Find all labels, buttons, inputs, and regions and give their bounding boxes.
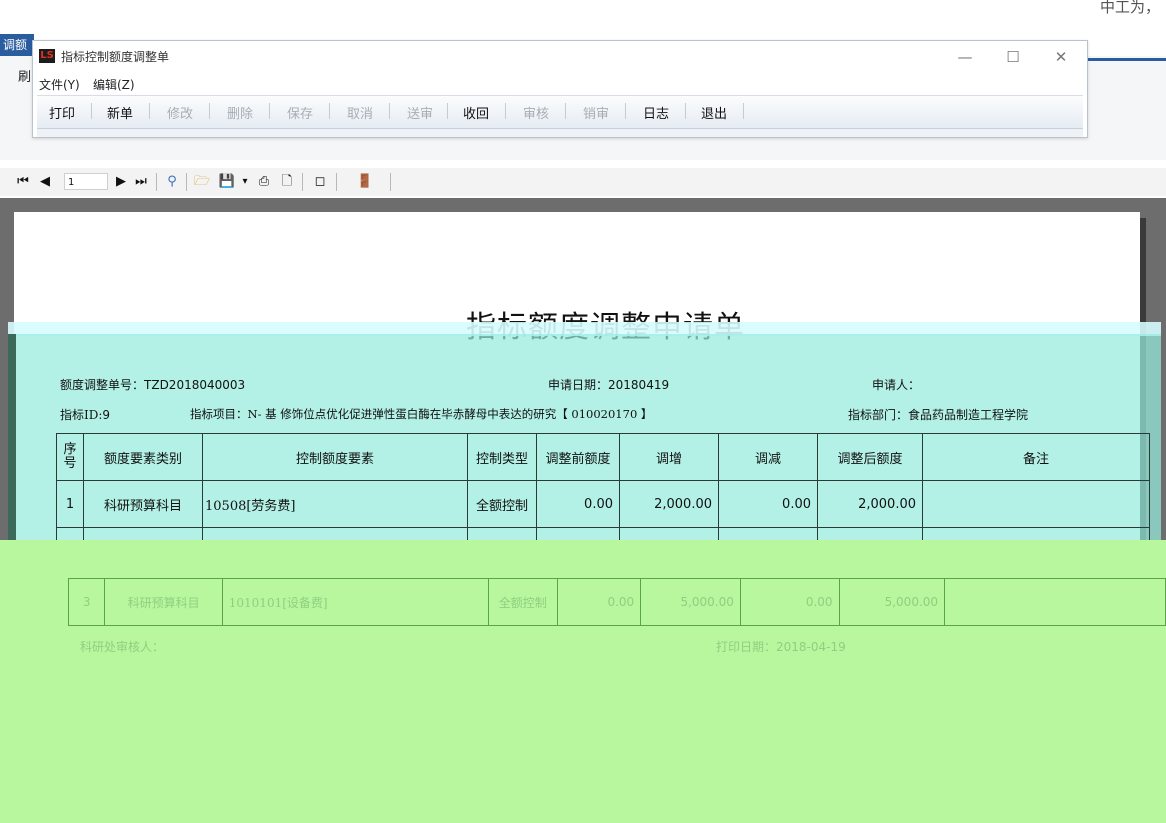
cancel-button[interactable]: 取消 (347, 103, 373, 122)
toolbar-separator (685, 103, 686, 119)
cell-no: 3 (67, 578, 106, 626)
print-button[interactable]: 打印 (49, 103, 75, 122)
dialog-bottom-strip (37, 129, 1083, 137)
cell-type: 全额控制 (487, 578, 558, 626)
toolbar-separator (156, 173, 157, 191)
log-button[interactable]: 日志 (643, 103, 669, 122)
menu-edit[interactable]: 编辑(Z) (93, 76, 135, 93)
indicator-id: 指标ID:9 (60, 408, 111, 422)
exit-door-icon[interactable]: 🚪 (354, 172, 376, 192)
page-number-input[interactable]: 1 (64, 173, 108, 190)
cell-after: 2,000.00 (817, 480, 923, 528)
table-header-row: 序号 额度要素类别 控制额度要素 控制类型 调整前额度 调增 调减 调整后额度 … (56, 433, 1150, 481)
page-setup-icon[interactable]: 🗋 (278, 172, 296, 192)
cell-category: 科研预算科目 (104, 578, 223, 626)
audit-button[interactable]: 审核 (523, 103, 549, 122)
toolbar-separator (390, 173, 391, 191)
column-header: 调增 (619, 433, 719, 481)
toolbar-separator (91, 103, 92, 119)
menu-bar: 文件(Y) 编辑(Z) (33, 73, 1087, 93)
cell-note (922, 480, 1150, 528)
column-header: 调整后额度 (817, 433, 923, 481)
table-row: 1 科研预算科目 10508[劳务费] 全额控制 0.00 2,000.00 0… (56, 480, 1150, 528)
column-header: 调整前额度 (536, 433, 620, 481)
toolbar-separator (336, 173, 337, 191)
toolbar-separator (505, 103, 506, 119)
dialog-title: 指标控制额度调整单 (61, 50, 170, 64)
print-icon[interactable]: ⎙ (254, 172, 274, 192)
apply-date: 申请日期：20180419 (548, 378, 670, 392)
column-header: 调减 (718, 433, 818, 481)
applicant: 申请人： (872, 378, 921, 392)
reviewer-label: 科研处审核人： (80, 640, 165, 654)
toolbar-separator (149, 103, 150, 119)
menu-file[interactable]: 文件(Y) (39, 76, 80, 93)
layout-icon[interactable]: ◻ (310, 172, 330, 192)
cell-no: 1 (56, 480, 84, 528)
toolbar-separator (389, 103, 390, 119)
cell-decrease: 0.00 (739, 578, 840, 626)
cell-increase: 5,000.00 (640, 578, 741, 626)
column-header: 序号 (56, 433, 84, 481)
toolbar-separator (302, 173, 303, 191)
cell-type: 全额控制 (467, 480, 537, 528)
column-header: 额度要素类别 (83, 433, 203, 481)
save-disk-icon[interactable]: 💾 (216, 172, 238, 192)
maximize-icon[interactable]: ☐ (995, 45, 1031, 69)
toolbar-separator (209, 103, 210, 119)
cell-decrease: 0.00 (718, 480, 818, 528)
indicator-dept: 指标部门：食品药品制造工程学院 (848, 408, 1029, 422)
save-button[interactable]: 保存 (287, 103, 313, 122)
toolbar-separator (186, 173, 187, 191)
toolbar-separator (625, 103, 626, 119)
adjust-table-shifted-row: 3 科研预算科目 1010101[设备费] 全额控制 0.00 5,000.00… (67, 578, 1166, 626)
background-accent-line (1084, 58, 1166, 61)
exit-button[interactable]: 退出 (701, 103, 727, 122)
app-logo-icon: LS (39, 49, 55, 63)
cell-element: 10508[劳务费] (202, 480, 468, 528)
dialog-titlebar: LS 指标控制额度调整单 — ☐ ✕ (33, 41, 1087, 73)
background-tab[interactable]: 调额 (0, 34, 34, 56)
background-refresh-button[interactable]: 刷 (18, 66, 31, 85)
cell-note (944, 578, 1166, 626)
render-overlay-edge (8, 334, 16, 552)
edit-button[interactable]: 修改 (167, 103, 193, 122)
table-row: 3 科研预算科目 1010101[设备费] 全额控制 0.00 5,000.00… (67, 578, 1166, 626)
save-dropdown-icon[interactable]: ▾ (240, 172, 250, 192)
indicator-project: 指标项目：N- 基 修饰位点优化促进弹性蛋白酶在毕赤酵母中表达的研究【 0100… (190, 407, 653, 421)
adjust-number: 额度调整单号：TZD2018040003 (60, 378, 246, 392)
submit-button[interactable]: 送审 (407, 103, 433, 122)
cell-before: 0.00 (556, 578, 642, 626)
cell-element: 1010101[设备费] (221, 578, 489, 626)
column-header: 控制额度要素 (202, 433, 468, 481)
print-date: 打印日期：2018-04-19 (716, 640, 846, 654)
delete-button[interactable]: 删除 (227, 103, 253, 122)
background-top-right-text: 中工为， (1099, 0, 1160, 16)
new-button[interactable]: 新单 (107, 103, 133, 122)
toolbar-separator (447, 103, 448, 119)
unaudit-button[interactable]: 销审 (583, 103, 609, 122)
adjust-dialog: LS 指标控制额度调整单 — ☐ ✕ 文件(Y) 编辑(Z) 打印 新单 修改 … (32, 40, 1088, 138)
close-icon[interactable]: ✕ (1043, 45, 1079, 69)
last-page-icon[interactable]: ⏭ (132, 172, 150, 192)
first-page-icon[interactable]: ⏮ (14, 172, 32, 192)
report-viewer-toolbar: ⏮ ◀ 1 ▶ ⏭ ⚲ 🗁 💾 ▾ ⎙ 🗋 ◻ 🚪 (0, 168, 1166, 196)
cell-increase: 2,000.00 (619, 480, 719, 528)
column-header: 控制类型 (467, 433, 537, 481)
toolbar-separator (565, 103, 566, 119)
toolbar-separator (743, 103, 744, 119)
cell-category: 科研预算科目 (83, 480, 203, 528)
search-icon[interactable]: ⚲ (162, 172, 182, 192)
cell-before: 0.00 (536, 480, 620, 528)
dialog-toolbar: 打印 新单 修改 删除 保存 取消 送审 收回 审核 销审 日志 退出 (37, 95, 1083, 129)
recall-button[interactable]: 收回 (463, 103, 489, 122)
column-header: 备注 (922, 433, 1150, 481)
minimize-icon[interactable]: — (947, 45, 983, 69)
toolbar-separator (269, 103, 270, 119)
toolbar-separator (329, 103, 330, 119)
next-page-icon[interactable]: ▶ (112, 172, 130, 192)
prev-page-icon[interactable]: ◀ (36, 172, 54, 192)
cell-after: 5,000.00 (838, 578, 946, 626)
open-folder-icon[interactable]: 🗁 (192, 172, 212, 192)
